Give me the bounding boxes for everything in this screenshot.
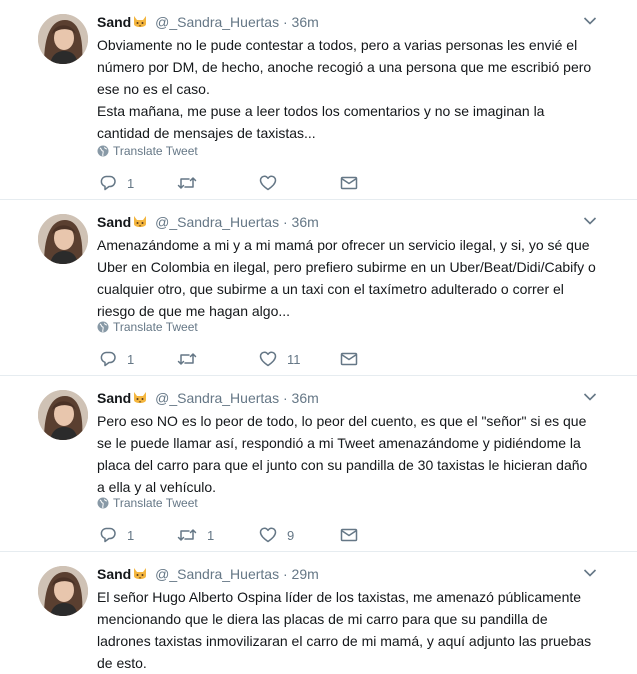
heart-icon bbox=[259, 175, 277, 191]
direct-message-button[interactable] bbox=[340, 525, 358, 545]
separator: · bbox=[282, 14, 288, 30]
reply-button[interactable]: 1 bbox=[99, 173, 134, 193]
reply-count: 1 bbox=[127, 351, 135, 367]
globe-icon bbox=[97, 145, 109, 157]
tweet-header: Sand @_Sandra_Huertas · 36m bbox=[97, 388, 319, 408]
envelope-icon bbox=[340, 352, 358, 366]
tweet[interactable]: Sand @_Sandra_Huertas · 29m El señor Hug… bbox=[0, 552, 637, 671]
avatar[interactable] bbox=[38, 566, 88, 616]
globe-icon bbox=[97, 497, 109, 509]
reply-button[interactable]: 1 bbox=[99, 525, 134, 545]
tweet-text: El señor Hugo Alberto Ospina líder de lo… bbox=[97, 586, 597, 674]
retweet-icon bbox=[177, 353, 197, 365]
like-button[interactable]: 9 bbox=[259, 525, 294, 545]
user-handle[interactable]: @_Sandra_Huertas bbox=[155, 14, 279, 30]
separator: · bbox=[282, 566, 288, 582]
tweet-actions: 1 bbox=[97, 173, 377, 193]
translate-tweet-link[interactable]: Translate Tweet bbox=[97, 319, 198, 335]
retweet-icon bbox=[177, 177, 197, 189]
user-handle[interactable]: @_Sandra_Huertas bbox=[155, 566, 279, 582]
tweet[interactable]: Sand @_Sandra_Huertas · 36m Amenazándome… bbox=[0, 200, 637, 376]
timestamp[interactable]: 29m bbox=[292, 566, 319, 582]
timestamp[interactable]: 36m bbox=[292, 214, 319, 230]
chevron-down-icon[interactable] bbox=[583, 216, 597, 226]
envelope-icon bbox=[340, 176, 358, 190]
tweet-text: Amenazándome a mi y a mi mamá por ofrece… bbox=[97, 234, 597, 322]
translate-tweet-link[interactable]: Translate Tweet bbox=[97, 143, 198, 159]
tweet-paragraph: Amenazándome a mi y a mi mamá por ofrece… bbox=[97, 237, 596, 319]
tweet-paragraph: El señor Hugo Alberto Ospina líder de lo… bbox=[97, 589, 592, 671]
avatar[interactable] bbox=[38, 214, 88, 264]
chevron-down-icon[interactable] bbox=[583, 16, 597, 26]
translate-label[interactable]: Translate Tweet bbox=[113, 144, 198, 158]
reply-icon bbox=[100, 351, 116, 367]
tweet-text: Pero eso NO es lo peor de todo, lo peor … bbox=[97, 410, 597, 498]
separator: · bbox=[282, 214, 288, 230]
display-name[interactable]: Sand bbox=[97, 14, 131, 30]
like-button[interactable] bbox=[259, 173, 287, 193]
display-name[interactable]: Sand bbox=[97, 566, 131, 582]
heart-icon bbox=[259, 527, 277, 543]
like-button[interactable]: 11 bbox=[259, 349, 301, 369]
separator: · bbox=[282, 390, 288, 406]
tweet[interactable]: Sand @_Sandra_Huertas · 36m Obviamente n… bbox=[0, 0, 637, 200]
chevron-down-icon[interactable] bbox=[583, 392, 597, 402]
tweet-header: Sand @_Sandra_Huertas · 36m bbox=[97, 212, 319, 232]
retweet-button[interactable] bbox=[177, 173, 207, 193]
globe-icon bbox=[97, 321, 109, 333]
reply-count: 1 bbox=[127, 175, 135, 191]
like-count: 11 bbox=[287, 351, 301, 367]
user-handle[interactable]: @_Sandra_Huertas bbox=[155, 390, 279, 406]
reply-icon bbox=[100, 175, 116, 191]
translate-label[interactable]: Translate Tweet bbox=[113, 320, 198, 334]
retweet-button[interactable] bbox=[177, 349, 207, 369]
cat-face-icon bbox=[134, 16, 147, 27]
direct-message-button[interactable] bbox=[340, 173, 358, 193]
tweet-paragraph: Obviamente no le pude contestar a todos,… bbox=[97, 37, 592, 97]
like-count: 9 bbox=[287, 527, 295, 543]
display-name[interactable]: Sand bbox=[97, 214, 131, 230]
tweet-paragraph: Esta mañana, me puse a leer todos los co… bbox=[97, 103, 545, 141]
timestamp[interactable]: 36m bbox=[292, 390, 319, 406]
envelope-icon bbox=[340, 528, 358, 542]
cat-face-icon bbox=[134, 216, 147, 227]
tweet[interactable]: Sand @_Sandra_Huertas · 36m Pero eso NO … bbox=[0, 376, 637, 552]
tweet-paragraph: Pero eso NO es lo peor de todo, lo peor … bbox=[97, 413, 588, 495]
timestamp[interactable]: 36m bbox=[292, 14, 319, 30]
translate-label[interactable]: Translate Tweet bbox=[113, 496, 198, 510]
tweet-text: Obviamente no le pude contestar a todos,… bbox=[97, 34, 597, 144]
chevron-down-icon[interactable] bbox=[583, 568, 597, 578]
retweet-count: 1 bbox=[207, 527, 215, 543]
tweet-header: Sand @_Sandra_Huertas · 29m bbox=[97, 564, 319, 584]
retweet-icon bbox=[177, 529, 197, 541]
reply-button[interactable]: 1 bbox=[99, 349, 134, 369]
avatar[interactable] bbox=[38, 390, 88, 440]
reply-count: 1 bbox=[127, 527, 135, 543]
heart-icon bbox=[259, 351, 277, 367]
user-handle[interactable]: @_Sandra_Huertas bbox=[155, 214, 279, 230]
avatar[interactable] bbox=[38, 14, 88, 64]
retweet-button[interactable]: 1 bbox=[177, 525, 214, 545]
cat-face-icon bbox=[134, 568, 147, 579]
tweet-header: Sand @_Sandra_Huertas · 36m bbox=[97, 12, 319, 32]
translate-tweet-link[interactable]: Translate Tweet bbox=[97, 495, 198, 511]
display-name[interactable]: Sand bbox=[97, 390, 131, 406]
tweet-actions: 1 1 9 bbox=[97, 525, 377, 545]
direct-message-button[interactable] bbox=[340, 349, 358, 369]
reply-icon bbox=[100, 527, 116, 543]
cat-face-icon bbox=[134, 392, 147, 403]
tweet-actions: 1 11 bbox=[97, 349, 377, 369]
